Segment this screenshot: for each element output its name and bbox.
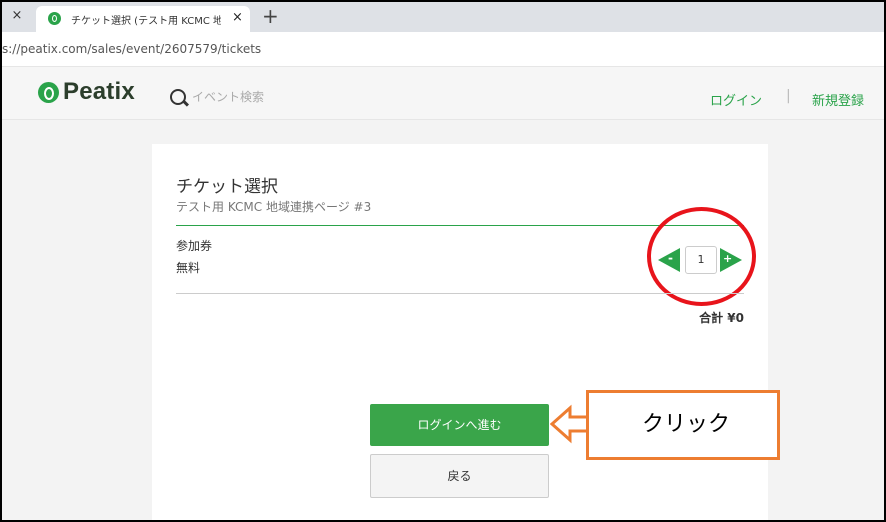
page-body: チケット選択 テスト用 KCMC 地域連携ページ #3 参加券 無料 - 1 +…	[2, 120, 884, 520]
callout-text: クリック	[641, 412, 730, 437]
register-link[interactable]: 新規登録	[812, 90, 864, 109]
ticket-card: チケット選択 テスト用 KCMC 地域連携ページ #3 参加券 無料 - 1 +…	[152, 144, 768, 520]
active-tab[interactable]: チケット選択 (テスト用 KCMC 地 ×	[36, 6, 250, 32]
page-title: チケット選択	[176, 177, 278, 197]
ticket-name: 参加券	[176, 239, 213, 253]
total-amount: 合計 ¥0	[699, 311, 744, 325]
ticket-divider	[176, 293, 744, 294]
tab-close-icon[interactable]: ×	[232, 10, 243, 25]
back-button[interactable]: 戻る	[370, 454, 549, 498]
callout-arrow-icon	[550, 404, 590, 444]
browser-tab-bar: × チケット選択 (テスト用 KCMC 地 × +	[2, 2, 884, 32]
site-header: Peatix イベント検索 ログイン | 新規登録	[2, 67, 884, 120]
peatix-logo-icon	[38, 82, 59, 103]
event-search-input[interactable]: イベント検索	[192, 88, 264, 105]
highlight-circle	[647, 207, 756, 306]
url-text[interactable]: s://peatix.com/sales/event/2607579/ticke…	[2, 42, 261, 56]
logo-text: Peatix	[63, 78, 135, 105]
search-icon[interactable]	[170, 89, 186, 105]
click-callout: クリック	[586, 390, 780, 460]
ticket-price: 無料	[176, 261, 201, 275]
tab-title: チケット選択 (テスト用 KCMC 地	[71, 16, 221, 27]
header-separator: |	[786, 88, 791, 104]
login-link[interactable]: ログイン	[710, 90, 762, 109]
address-bar[interactable]: s://peatix.com/sales/event/2607579/ticke…	[2, 32, 884, 67]
new-tab-button[interactable]: +	[262, 5, 279, 27]
event-subtitle: テスト用 KCMC 地域連携ページ #3	[176, 200, 372, 214]
screenshot-frame: × チケット選択 (テスト用 KCMC 地 × + s://peatix.com…	[0, 0, 886, 522]
previous-tab-close-icon[interactable]: ×	[10, 9, 24, 23]
peatix-favicon-icon	[48, 12, 61, 25]
proceed-to-login-button[interactable]: ログインへ進む	[370, 404, 549, 446]
